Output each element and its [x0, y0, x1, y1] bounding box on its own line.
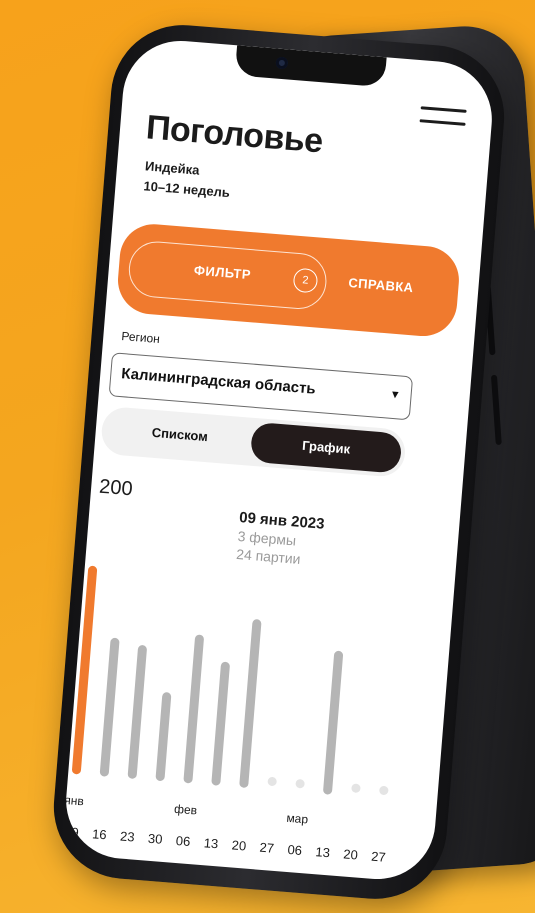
species-label: Индейка	[144, 158, 200, 178]
region-label: Регион	[120, 328, 161, 347]
x-tick-label: 30	[147, 831, 163, 847]
x-tick-label: 09	[64, 824, 80, 840]
toggle-list-button[interactable]: Списком	[151, 425, 208, 444]
triangle-down-icon: ▼	[389, 388, 402, 402]
bar-chart-svg: 09 16 23 30 06 13 20 27 06 13 20 27 янв фев мар	[64, 565, 389, 865]
x-tick-label: 06	[287, 842, 303, 858]
camera-icon	[275, 56, 289, 70]
chart-bar[interactable]	[155, 692, 172, 781]
phone: Поголовье Индейка 10–12 недель ФИЛЬТР 2 …	[48, 10, 530, 910]
chart-bar[interactable]	[239, 619, 262, 788]
region-select-value: Калининградская область	[120, 365, 317, 398]
x-tick-label: 20	[343, 846, 359, 862]
tab-filter[interactable]: ФИЛЬТР 2	[126, 239, 329, 312]
chart-empty-dot	[379, 785, 389, 795]
month-label: мар	[286, 811, 309, 827]
page-title: Поголовье	[144, 108, 325, 161]
chart-bar[interactable]	[323, 650, 344, 795]
x-tick-label: 23	[120, 828, 136, 844]
chart-bar[interactable]	[211, 661, 230, 786]
filter-count-badge: 2	[292, 267, 319, 294]
view-toggle: Списком График	[99, 405, 407, 478]
chart-bar[interactable]	[127, 645, 147, 779]
month-label: янв	[64, 793, 85, 809]
chart-bar[interactable]	[99, 637, 120, 777]
x-tick-label: 13	[203, 835, 219, 851]
chart-empty-dot	[295, 779, 305, 789]
chart-empty-dot	[267, 776, 277, 786]
tab-filter-label: ФИЛЬТР	[193, 262, 252, 283]
app-screen: Поголовье Индейка 10–12 недель ФИЛЬТР 2 …	[61, 36, 497, 884]
tab-bar: ФИЛЬТР 2 СПРАВКА	[115, 221, 462, 339]
chart-bar[interactable]	[183, 634, 204, 784]
bar-chart: 09 16 23 30 06 13 20 27 06 13 20 27 янв фев мар	[62, 535, 456, 884]
age-label: 10–12 недель	[142, 178, 231, 201]
toggle-chart-button[interactable]: График	[249, 421, 403, 474]
x-tick-label: 13	[315, 844, 331, 860]
tab-help[interactable]: СПРАВКА	[348, 275, 414, 295]
x-tick-label: 20	[231, 837, 247, 853]
x-tick-label: 16	[92, 826, 108, 842]
month-label: фев	[174, 802, 198, 818]
x-tick-label: 06	[175, 833, 191, 849]
x-tick-label: 27	[371, 849, 387, 865]
x-tick-label: 27	[259, 840, 275, 856]
chart-empty-dot	[351, 783, 361, 793]
menu-icon[interactable]	[419, 106, 467, 130]
y-max-label: 200	[98, 475, 134, 501]
